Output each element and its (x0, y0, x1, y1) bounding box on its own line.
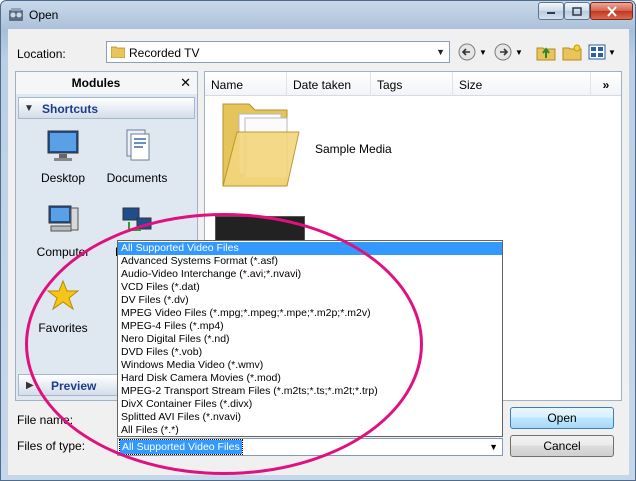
close-button[interactable] (590, 2, 633, 20)
shortcut-label: Desktop (40, 171, 86, 185)
folder-name: Sample Media (315, 142, 392, 156)
location-value: Recorded TV (129, 46, 200, 60)
type-option[interactable]: MPEG Video Files (*.mpg;*.mpeg;*.mpe;*.m… (118, 307, 502, 320)
forward-button[interactable] (493, 41, 513, 63)
back-arrow-icon (458, 43, 476, 61)
column-tags[interactable]: Tags (371, 72, 453, 96)
file-type-dropdown-list[interactable]: All Supported Video Files Advanced Syste… (117, 240, 503, 437)
shortcut-desktop[interactable]: Desktop (28, 128, 98, 185)
file-type-value: All Supported Video Files (119, 439, 243, 455)
type-option[interactable]: Windows Media Video (*.wmv) (118, 359, 502, 372)
open-button[interactable]: Open (510, 407, 614, 429)
open-dialog: Open Location: Recorded TV ▼ ▼ ▼ ▼ Modul… (0, 0, 636, 481)
view-menu-button[interactable] (587, 41, 607, 63)
title-bar[interactable]: Open (1, 1, 635, 29)
folder-item[interactable]: Sample Media (215, 100, 515, 190)
back-button[interactable] (457, 41, 477, 63)
type-option[interactable]: Advanced Systems Format (*.asf) (118, 255, 502, 268)
file-name-label: File name: (17, 413, 74, 427)
cancel-button[interactable]: Cancel (510, 435, 614, 457)
minimize-button[interactable] (538, 2, 564, 20)
maximize-icon (572, 6, 582, 16)
view-grid-icon (588, 44, 606, 60)
back-history-dropdown[interactable]: ▼ (478, 41, 488, 63)
shortcuts-header[interactable]: ▼ Shortcuts (18, 97, 195, 119)
new-folder-icon (562, 44, 582, 61)
type-option[interactable]: DV Files (*.dv) (118, 294, 502, 307)
type-option[interactable]: Hard Disk Camera Movies (*.mod) (118, 372, 502, 385)
folder-icon (222, 103, 300, 187)
type-option[interactable]: MPEG-4 Files (*.mp4) (118, 320, 502, 333)
favorites-star-icon (46, 279, 80, 311)
folder-icon (111, 46, 125, 58)
collapse-triangle-icon: ▼ (24, 103, 34, 114)
column-date-taken[interactable]: Date taken (287, 72, 371, 96)
modules-header: Modules ✕ (16, 72, 197, 94)
more-columns-chevron-icon[interactable]: » (591, 72, 621, 96)
location-label: Location: (17, 47, 66, 61)
preview-label: Preview (51, 379, 97, 393)
shortcut-computer[interactable]: Computer (28, 202, 98, 259)
minimize-icon (547, 12, 555, 14)
app-icon (9, 8, 23, 21)
column-header: Name Date taken Tags Size » (205, 72, 621, 96)
file-type-combo[interactable]: All Supported Video Files ▼ (117, 438, 503, 456)
type-option[interactable]: All Files (*.*) (118, 424, 502, 437)
chevron-down-icon[interactable]: ▼ (489, 442, 498, 452)
shortcut-label: Documents (106, 171, 168, 185)
type-option[interactable]: Audio-Video Interchange (*.avi;*.nvavi) (118, 268, 502, 281)
up-folder-button[interactable] (535, 41, 557, 63)
type-option[interactable]: Nero Digital Files (*.nd) (118, 333, 502, 346)
navigation-toolbar: ▼ ▼ ▼ (457, 41, 617, 63)
view-menu-dropdown[interactable]: ▼ (607, 41, 617, 63)
file-type-label: Files of type: (17, 439, 86, 453)
shortcut-documents[interactable]: Documents (102, 128, 172, 185)
shortcut-label: Computer (36, 245, 90, 259)
type-option[interactable]: DVD Files (*.vob) (118, 346, 502, 359)
up-folder-icon (536, 47, 556, 61)
forward-history-dropdown[interactable]: ▼ (514, 41, 524, 63)
type-option[interactable]: Splitted AVI Files (*.nvavi) (118, 411, 502, 424)
documents-icon (126, 129, 150, 161)
type-option[interactable]: DivX Container Files (*.divx) (118, 398, 502, 411)
type-option[interactable]: MPEG-2 Transport Stream Files (*.m2ts;*.… (118, 385, 502, 398)
forward-arrow-icon (494, 43, 512, 61)
expand-triangle-icon: ▶ (26, 380, 34, 391)
column-name[interactable]: Name (205, 72, 287, 96)
new-folder-button[interactable] (561, 41, 583, 63)
shortcut-label: Favorites (38, 321, 88, 335)
column-size[interactable]: Size (453, 72, 591, 96)
type-option[interactable]: All Supported Video Files (118, 242, 502, 255)
location-combo[interactable]: Recorded TV ▼ (106, 41, 450, 63)
shortcut-favorites[interactable]: Favorites (28, 278, 98, 335)
chevron-down-icon[interactable]: ▼ (436, 47, 445, 57)
maximize-button[interactable] (564, 2, 590, 20)
close-icon (606, 5, 617, 17)
window-title: Open (29, 8, 59, 22)
type-option[interactable]: VCD Files (*.dat) (118, 281, 502, 294)
network-icon (122, 207, 152, 231)
computer-icon (48, 205, 79, 232)
shortcuts-label: Shortcuts (42, 102, 99, 116)
desktop-icon (47, 130, 79, 161)
close-modules-icon[interactable]: ✕ (180, 75, 191, 91)
modules-title: Modules (71, 76, 121, 90)
